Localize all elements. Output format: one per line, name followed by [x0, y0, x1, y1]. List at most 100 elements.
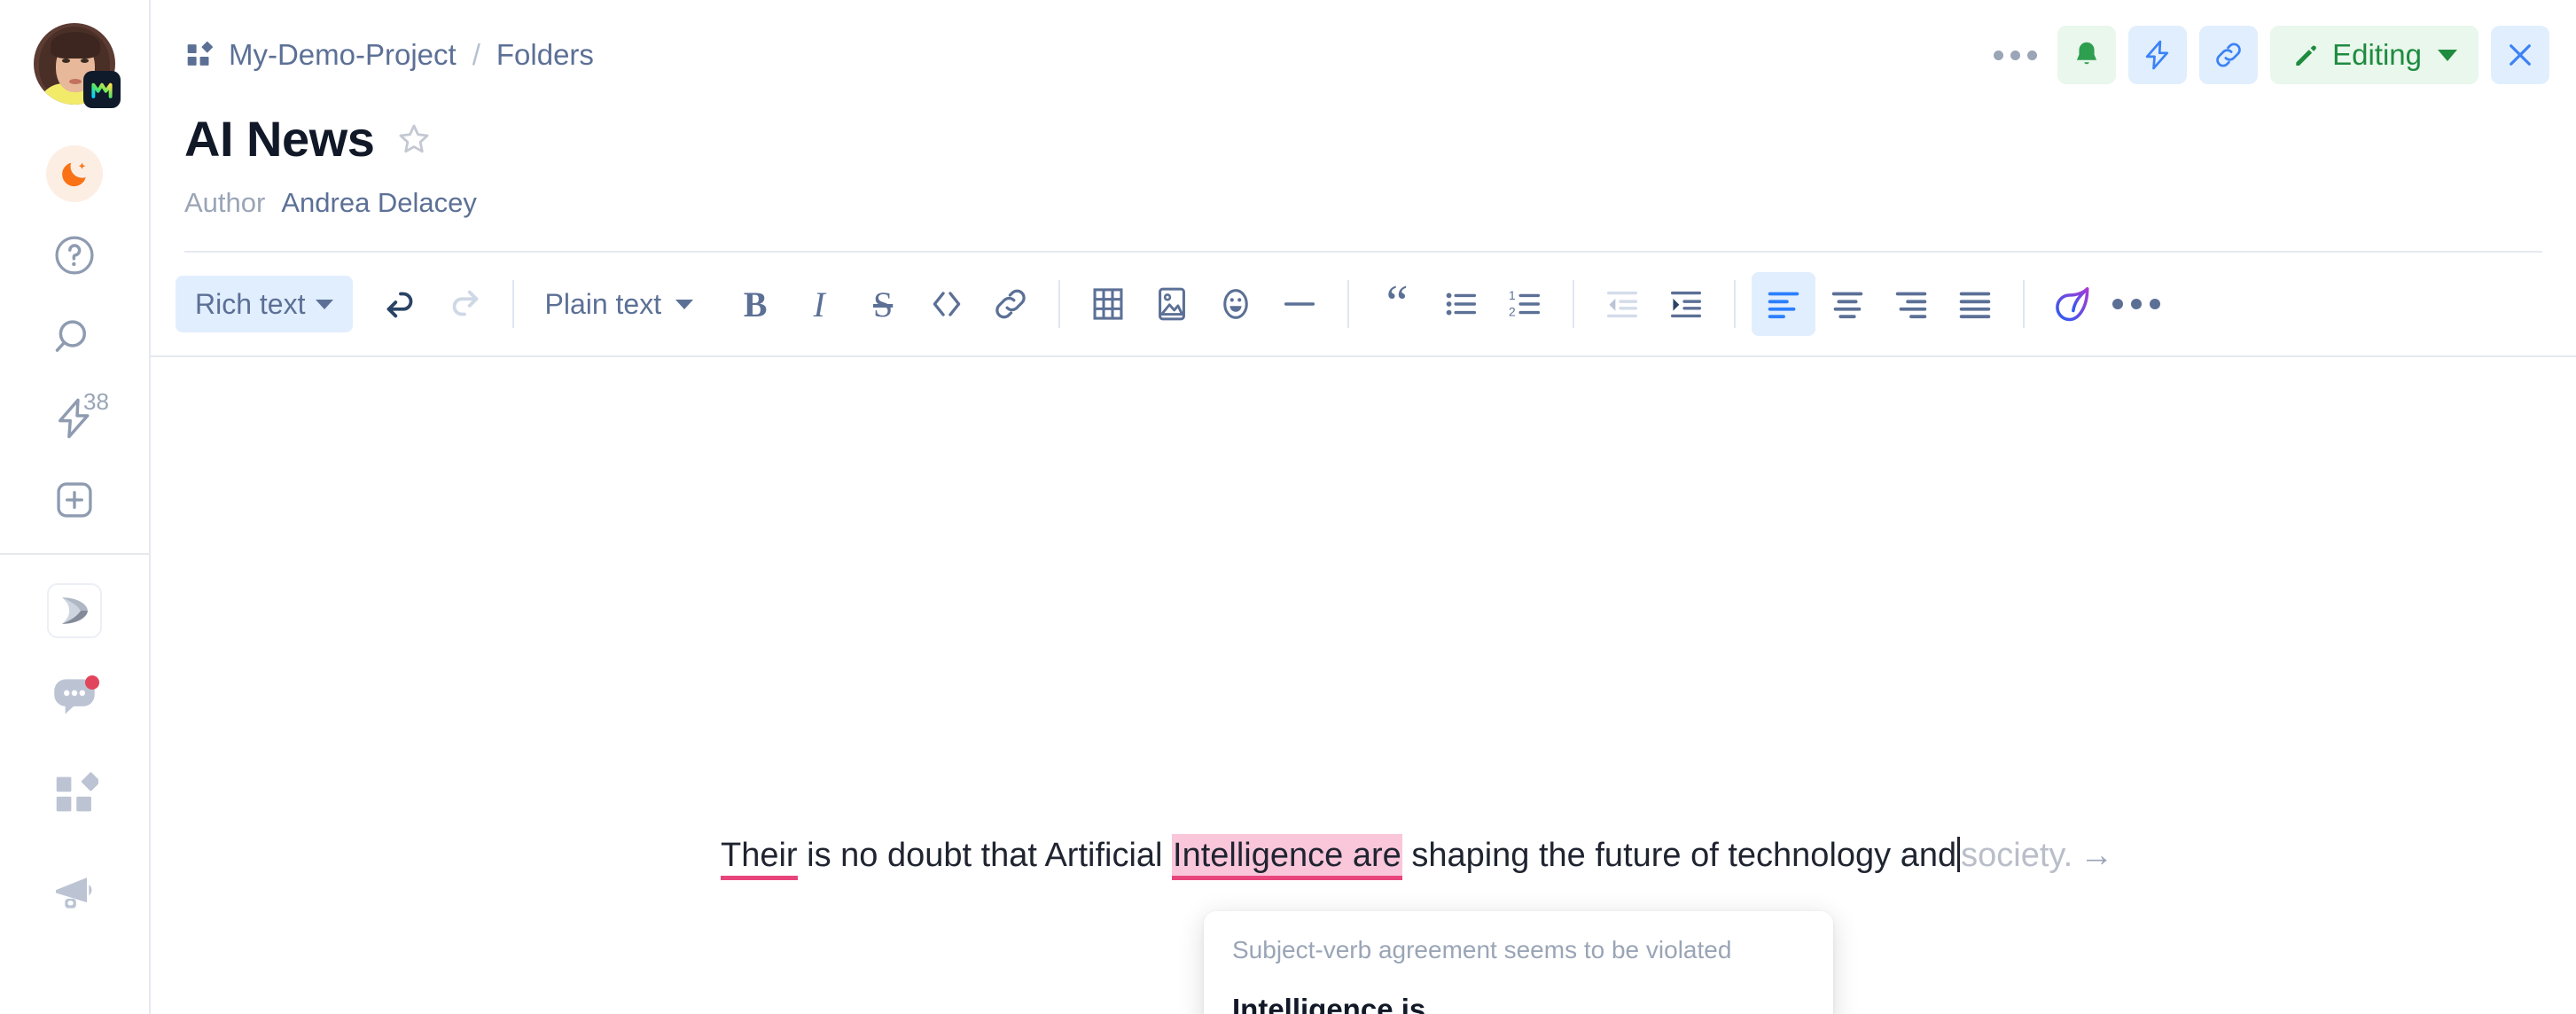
sidebar-item-add[interactable] [35, 461, 113, 539]
bold-label: B [743, 284, 768, 324]
sidebar-item-announcements[interactable] [35, 853, 113, 931]
moon-icon [46, 145, 103, 202]
sidebar-item-quick-actions[interactable]: 38 [35, 379, 113, 457]
redo-icon [453, 290, 479, 316]
align-right-icon [1895, 292, 1927, 319]
align-justify-button[interactable] [1943, 272, 2007, 336]
blockquote-button[interactable]: “ [1365, 272, 1429, 336]
code-button[interactable] [915, 272, 979, 336]
undo-icon [387, 292, 413, 318]
italic-button[interactable]: I [787, 272, 851, 336]
document-header: AI News Author Andrea Delacey [151, 110, 2576, 253]
plus-square-icon [57, 482, 92, 518]
suggestion-option-1[interactable]: Intelligence is [1204, 975, 1833, 1014]
breadcrumb-folder[interactable]: Folders [496, 38, 594, 72]
ai-leaf-icon [2056, 287, 2089, 322]
author-label: Author [184, 187, 266, 218]
paragraph-style-dropdown[interactable]: Plain text [530, 276, 707, 332]
text-cursor [1957, 837, 1961, 872]
sidebar-primary-icons: 38 [0, 135, 149, 539]
toolbar-more-button[interactable] [2104, 272, 2168, 336]
indent-button[interactable] [1654, 272, 1718, 336]
suggestion-option-label: Intelligence is [1232, 993, 1426, 1014]
image-icon [1159, 287, 1186, 321]
search-icon [55, 320, 86, 352]
bell-icon [2077, 42, 2097, 65]
sidebar-item-search[interactable] [35, 298, 113, 376]
editing-mode-label: Editing [2332, 38, 2422, 71]
bold-button[interactable]: B [723, 272, 787, 336]
insert-table-button[interactable] [1076, 272, 1140, 336]
text-mode-dropdown[interactable]: Rich text [176, 276, 354, 332]
chevron-down-icon [316, 299, 334, 309]
editing-mode-dropdown[interactable]: Editing [2270, 26, 2478, 84]
author-row: Author Andrea Delacey [184, 187, 2542, 219]
sidebar-item-workspace-app[interactable] [47, 583, 102, 638]
italic-label: I [813, 284, 825, 324]
editor-toolbar: Rich text Plain text B I S “ 1 2 [151, 253, 2576, 355]
insert-emoji-button[interactable] [1204, 272, 1268, 336]
suggestion-popup-header: Subject-verb agreement seems to be viola… [1232, 936, 1732, 963]
grammar-error-their[interactable]: Their [721, 837, 798, 880]
document-title-row: AI News [184, 110, 2542, 168]
insert-link-button[interactable] [979, 272, 1042, 336]
workspace-grid-icon [187, 41, 214, 66]
indent-icon [1671, 291, 1702, 318]
close-document-button[interactable] [2491, 26, 2549, 84]
sidebar-item-help[interactable] [35, 216, 113, 294]
link-icon [2216, 43, 2241, 67]
megaphone-icon [56, 878, 92, 909]
horizontal-rule-icon [1284, 302, 1315, 306]
quote-label: “ [1386, 276, 1409, 332]
copy-link-button[interactable] [2199, 26, 2259, 84]
ai-assistant-button[interactable] [2041, 272, 2104, 336]
sidebar-item-dark-mode[interactable] [35, 135, 113, 213]
author-name[interactable]: Andrea Delacey [281, 187, 477, 219]
paragraph-style-label: Plain text [544, 287, 662, 320]
inbox-notification-dot [85, 675, 99, 690]
table-icon [1093, 288, 1123, 320]
more-options-icon[interactable] [1985, 26, 2045, 84]
emoji-icon [1223, 289, 1248, 319]
page-title[interactable]: AI News [184, 110, 375, 168]
sidebar-item-inbox[interactable] [35, 658, 113, 736]
text-mode-label: Rich text [195, 287, 306, 320]
document-paragraph[interactable]: Their is no doubt that Artificial Intell… [721, 834, 2113, 880]
avatar[interactable] [34, 23, 121, 108]
sidebar-divider [0, 553, 149, 555]
more-options-icon [2112, 299, 2161, 309]
document-canvas[interactable]: Their is no doubt that Artificial Intell… [151, 357, 2576, 1014]
numbered-list-icon: 1 2 [1509, 289, 1541, 318]
svg-text:1: 1 [1509, 289, 1516, 302]
star-outline-icon[interactable] [395, 121, 433, 158]
align-right-button[interactable] [1879, 272, 1943, 336]
strikethrough-button[interactable]: S [851, 272, 915, 336]
align-left-button[interactable] [1752, 272, 1816, 336]
insert-divider-button[interactable] [1268, 272, 1331, 336]
close-icon [2510, 44, 2531, 66]
align-center-button[interactable] [1815, 272, 1879, 336]
grammar-error-intelligence-are[interactable]: Intelligence are [1172, 834, 1402, 880]
sidebar-item-apps[interactable] [35, 755, 113, 833]
breadcrumb: My-Demo-Project / Folders [184, 38, 594, 72]
numbered-list-button[interactable]: 1 2 [1493, 272, 1557, 336]
outdent-button[interactable] [1590, 272, 1654, 336]
ai-accept-arrow-icon[interactable]: → [2073, 837, 2113, 874]
automations-button[interactable] [2128, 26, 2188, 84]
sidebar-bottom-icons [35, 583, 113, 931]
bullet-list-button[interactable] [1429, 272, 1493, 336]
top-bar: My-Demo-Project / Folders Editing [151, 0, 2576, 110]
monday-logo-icon [83, 71, 121, 108]
lightning-bolt-icon [2145, 40, 2169, 70]
ai-ghost-suggestion[interactable]: society. [1961, 837, 2073, 874]
monday-shape-icon [62, 597, 88, 624]
chevron-down-icon [2438, 49, 2457, 61]
undo-button[interactable] [369, 272, 433, 336]
redo-button[interactable] [433, 272, 496, 336]
insert-image-button[interactable] [1140, 272, 1204, 336]
notifications-button[interactable] [2057, 26, 2117, 84]
align-center-icon [1831, 292, 1863, 319]
breadcrumb-project[interactable]: My-Demo-Project [229, 38, 457, 72]
align-justify-icon [1959, 292, 1991, 319]
grammar-suggestion-popup: Subject-verb agreement seems to be viola… [1204, 911, 1833, 1014]
